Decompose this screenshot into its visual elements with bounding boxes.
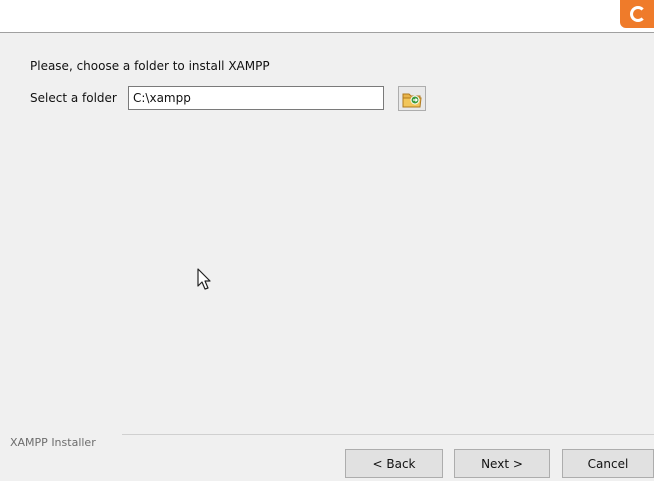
next-button[interactable]: Next >	[454, 449, 550, 478]
browse-folder-button[interactable]	[398, 86, 426, 111]
folder-browse-icon	[402, 93, 422, 108]
back-button[interactable]: < Back	[345, 449, 443, 478]
installer-window: Please, choose a folder to install XAMPP…	[0, 0, 654, 481]
header-band	[0, 0, 654, 33]
mouse-pointer-icon	[197, 268, 211, 290]
installer-group-label: XAMPP Installer	[10, 436, 96, 449]
group-divider	[122, 434, 654, 435]
xampp-logo-icon	[620, 0, 654, 28]
install-folder-prompt: Please, choose a folder to install XAMPP	[30, 59, 270, 73]
cancel-button[interactable]: Cancel	[562, 449, 654, 478]
select-folder-label: Select a folder	[30, 91, 117, 105]
folder-path-input[interactable]	[128, 86, 384, 110]
